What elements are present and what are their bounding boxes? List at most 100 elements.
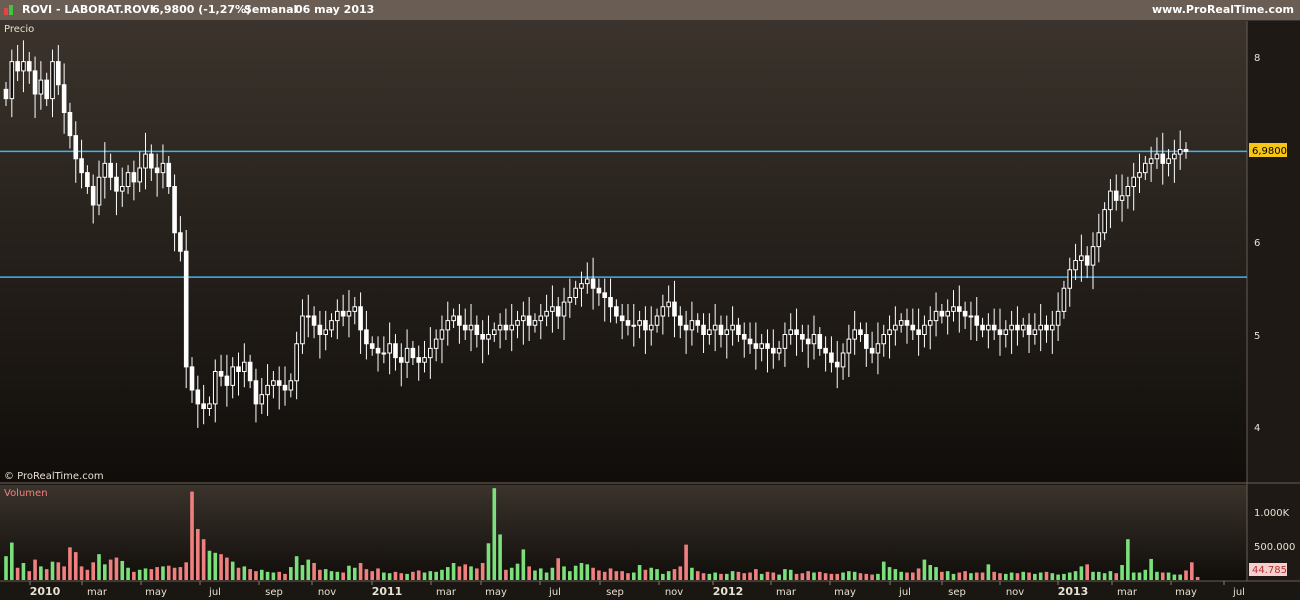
candle-body-122 bbox=[712, 324, 718, 331]
volume-bar-191 bbox=[1114, 573, 1119, 580]
volume-bar-109 bbox=[637, 565, 642, 580]
volume-bar-136 bbox=[794, 573, 799, 580]
x-tick-label-10: sep bbox=[606, 587, 624, 598]
volume-bar-72 bbox=[422, 572, 427, 580]
candle-body-199 bbox=[1160, 153, 1166, 164]
x-tick-label-8: may bbox=[485, 587, 507, 598]
volume-panel-label: Volumen bbox=[4, 488, 48, 499]
candle-body-22 bbox=[131, 172, 137, 183]
candle-body-153 bbox=[893, 324, 898, 331]
candle-body-130 bbox=[759, 343, 764, 349]
right-axis-strip bbox=[1247, 21, 1300, 581]
candle-body-94 bbox=[550, 306, 555, 312]
volume-bar-132 bbox=[771, 572, 776, 580]
volume-bar-178 bbox=[1038, 572, 1043, 580]
volume-bar-156 bbox=[910, 572, 915, 580]
candle-body-154 bbox=[898, 320, 904, 326]
volume-bar-94 bbox=[550, 567, 555, 580]
candle-body-175 bbox=[1020, 324, 1026, 331]
volume-bar-195 bbox=[1137, 572, 1142, 580]
volume-bar-140 bbox=[817, 571, 822, 580]
candle-body-15 bbox=[90, 186, 96, 206]
volume-bar-150 bbox=[876, 573, 880, 580]
candle-body-55 bbox=[323, 329, 329, 335]
candle-body-140 bbox=[817, 334, 823, 349]
volume-bar-3 bbox=[21, 563, 26, 580]
candle-body-198 bbox=[1154, 153, 1160, 160]
volume-bar-115 bbox=[672, 569, 677, 580]
volume-bar-46 bbox=[271, 572, 276, 580]
candle-body-98 bbox=[573, 287, 578, 298]
candle-body-19 bbox=[114, 176, 119, 192]
candle-body-36 bbox=[212, 371, 218, 405]
x-tick-label-1: mar bbox=[87, 587, 108, 598]
volume-bar-92 bbox=[538, 568, 543, 580]
volume-bar-149 bbox=[870, 574, 874, 580]
candle-body-192 bbox=[1119, 195, 1125, 201]
candle-body-25 bbox=[149, 153, 154, 169]
price-y-tick-5: 5 bbox=[1254, 331, 1260, 342]
volume-bar-66 bbox=[387, 573, 392, 580]
volume-bar-154 bbox=[899, 571, 903, 580]
volume-bar-88 bbox=[515, 563, 520, 580]
volume-bar-143 bbox=[835, 573, 840, 580]
volume-bar-153 bbox=[893, 569, 898, 580]
volume-bar-131 bbox=[765, 571, 770, 580]
volume-bar-58 bbox=[341, 572, 345, 580]
volume-bar-21 bbox=[126, 567, 130, 580]
candle-body-30 bbox=[178, 232, 183, 252]
volume-bar-101 bbox=[591, 567, 595, 580]
candle-body-78 bbox=[457, 315, 462, 326]
candle-body-121 bbox=[707, 329, 712, 335]
candle-body-139 bbox=[811, 334, 817, 345]
volume-bar-95 bbox=[556, 558, 561, 580]
candle-body-183 bbox=[1067, 269, 1073, 289]
volume-bar-188 bbox=[1097, 571, 1101, 580]
candle-body-59 bbox=[346, 310, 352, 317]
volume-bar-180 bbox=[1050, 573, 1055, 580]
candle-body-74 bbox=[433, 338, 439, 349]
volume-bar-50 bbox=[294, 556, 299, 580]
candle-body-58 bbox=[340, 310, 346, 317]
volume-bar-16 bbox=[97, 554, 101, 580]
volume-bar-117 bbox=[684, 544, 688, 580]
candle-body-100 bbox=[584, 278, 590, 285]
candle-body-97 bbox=[567, 297, 573, 303]
volume-bar-49 bbox=[289, 567, 293, 580]
volume-bar-5 bbox=[33, 559, 37, 580]
candle-body-9 bbox=[56, 61, 61, 86]
volume-y-tick-1000k: 1.000K bbox=[1254, 508, 1290, 519]
volume-bar-120 bbox=[701, 573, 706, 580]
candle-body-196 bbox=[1143, 162, 1148, 174]
candle-body-112 bbox=[654, 315, 660, 326]
candle-body-90 bbox=[526, 315, 532, 326]
candle-body-102 bbox=[596, 287, 602, 294]
candle-body-86 bbox=[503, 324, 509, 331]
candle-body-76 bbox=[445, 320, 451, 331]
x-axis-ticks: 2010 mar may jul sep nov 2011 mar may jul sep nov 20… bbox=[29, 581, 1245, 598]
x-tick-label-11: nov bbox=[665, 587, 683, 598]
volume-bar-28 bbox=[166, 565, 171, 580]
x-tick-label-9: jul bbox=[548, 587, 561, 598]
candle-body-41 bbox=[242, 361, 247, 372]
volume-bar-76 bbox=[445, 567, 450, 580]
volume-bar-40 bbox=[236, 567, 241, 580]
candle-body-180 bbox=[1050, 324, 1055, 331]
candle-body-39 bbox=[230, 366, 236, 386]
candle-body-169 bbox=[986, 324, 991, 331]
volume-bar-124 bbox=[724, 573, 729, 580]
candle-body-85 bbox=[497, 324, 503, 331]
volume-bar-1 bbox=[10, 542, 14, 580]
candle-body-53 bbox=[311, 315, 317, 326]
volume-y-tick-500k: 500.000 bbox=[1254, 542, 1295, 553]
volume-bar-128 bbox=[748, 572, 752, 580]
volume-bar-151 bbox=[881, 561, 886, 580]
candle-body-158 bbox=[922, 324, 927, 335]
candle-body-138 bbox=[805, 338, 811, 345]
candle-body-203 bbox=[1183, 149, 1189, 152]
volume-bar-118 bbox=[690, 567, 694, 580]
candle-body-47 bbox=[276, 380, 282, 386]
candle-body-118 bbox=[689, 320, 695, 331]
volume-bar-161 bbox=[940, 571, 944, 580]
volume-bar-106 bbox=[620, 571, 624, 580]
